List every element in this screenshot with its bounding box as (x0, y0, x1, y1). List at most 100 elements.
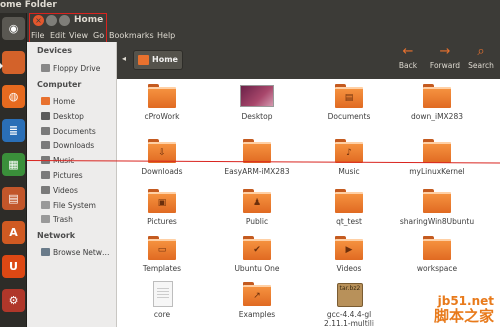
highlight-box (29, 13, 107, 43)
file-item[interactable]: cProWork (117, 79, 207, 131)
impress-icon[interactable]: ▤ (2, 187, 25, 210)
file-name: sharingWin8Ubuntu (399, 217, 475, 226)
trash-icon (41, 215, 50, 224)
file-item[interactable]: ▶ Videos (304, 231, 394, 283)
file-name: Public (245, 217, 269, 226)
sidebar-item-label: Home (53, 97, 76, 106)
search-button[interactable]: ⌕ Search (461, 44, 500, 77)
sidebar-item-label: Trash (53, 215, 73, 225)
document-icon (153, 281, 173, 307)
sidebar-heading-computer: Computer (37, 80, 82, 89)
file-item[interactable]: ▭ Templates (117, 231, 207, 283)
home-icon (41, 97, 50, 105)
home-folder-launcher-icon[interactable] (2, 51, 25, 74)
location-scroll-left-button[interactable]: ◂ (119, 50, 129, 68)
file-name: Downloads (141, 167, 183, 176)
sidebar-item-label: Downloads (53, 141, 95, 151)
folder-icon (335, 189, 363, 213)
watermark-url: jb51.net (437, 294, 494, 308)
folder-icon: ⇩ (148, 139, 176, 163)
file-name: myLinuxKernel (409, 167, 465, 176)
back-label: Back (398, 61, 418, 70)
forward-arrow-icon: → (439, 44, 451, 59)
videos-icon (41, 185, 50, 194)
sidebar-item-label: Desktop (53, 111, 84, 121)
home-folder-icon (138, 55, 149, 65)
folder-icon (423, 189, 451, 213)
file-item[interactable]: workspace (392, 231, 482, 283)
folder-icon: ♟ (243, 189, 271, 213)
file-item[interactable]: ▣ Pictures (117, 184, 207, 236)
desktop-thumbnail-icon (240, 85, 274, 107)
watermark: jb51.net 脚本之家 (434, 294, 494, 325)
file-name: qt_test (336, 217, 362, 226)
file-item[interactable]: ▤ Documents (304, 79, 394, 131)
sidebar-item-label: Videos (53, 185, 78, 195)
file-item[interactable]: down_iMX283 (392, 79, 482, 131)
downloads-icon (41, 141, 50, 150)
sidebar-item-videos[interactable]: Videos (41, 184, 78, 197)
folder-icon: ▶ (335, 236, 363, 260)
settings-icon[interactable]: ⚙ (2, 289, 25, 312)
file-name: Ubuntu One (234, 264, 280, 273)
file-item[interactable]: sharingWin8Ubuntu (392, 184, 482, 236)
sidebar: Devices Floppy Drive Computer Home Deskto… (27, 42, 117, 327)
firefox-icon[interactable]: ◍ (2, 85, 25, 108)
file-name: EasyARM-iMX283 (224, 167, 290, 176)
menu-bookmarks[interactable]: Bookmarks (109, 29, 154, 42)
file-name: cProWork (144, 112, 180, 121)
sidebar-item-desktop[interactable]: Desktop (41, 110, 84, 123)
file-name: Music (338, 167, 360, 176)
file-item[interactable]: ↗ Examples (212, 277, 302, 327)
sidebar-item-downloads[interactable]: Downloads (41, 139, 94, 152)
top-panel-title: ome Folder (0, 0, 57, 10)
back-button[interactable]: ← Back (388, 44, 428, 77)
calc-icon[interactable]: ▦ (2, 153, 25, 176)
file-name: Desktop (241, 112, 273, 121)
file-item[interactable]: qt_test (304, 184, 394, 236)
file-name: Templates (142, 264, 182, 273)
pictures-icon (41, 171, 50, 179)
file-item[interactable]: Desktop (212, 79, 302, 131)
folder-icon: ▭ (148, 236, 176, 260)
file-item[interactable]: myLinuxKernel (392, 134, 482, 186)
sidebar-item-floppy-drive[interactable]: Floppy Drive (41, 62, 100, 75)
writer-icon[interactable]: ≣ (2, 119, 25, 142)
search-icon: ⌕ (477, 44, 485, 59)
location-home-button[interactable]: Home (133, 50, 183, 70)
file-name: down_iMX283 (411, 112, 463, 121)
sidebar-item-browse-netw[interactable]: Browse Netw… (41, 246, 110, 259)
folder-icon (148, 84, 176, 108)
file-item[interactable]: ♪ Music (304, 134, 394, 186)
sidebar-heading-network: Network (37, 231, 76, 240)
file-name: Examples (238, 310, 276, 319)
file-name: workspace (416, 264, 458, 273)
sidebar-item-label: Documents (53, 126, 96, 136)
file-name: Videos (336, 264, 362, 273)
sidebar-heading-devices: Devices (37, 46, 72, 55)
menu-help[interactable]: Help (157, 29, 175, 42)
forward-label: Forward (429, 61, 461, 70)
dash-icon[interactable]: ◉ (2, 17, 25, 40)
top-panel: ome Folder (0, 0, 500, 13)
file-item[interactable]: EasyARM-iMX283 (212, 134, 302, 186)
search-label: Search (468, 61, 494, 70)
sidebar-item-pictures[interactable]: Pictures (41, 169, 83, 182)
folder-icon: ↗ (243, 282, 271, 306)
forward-button[interactable]: → Forward (425, 44, 465, 77)
file-item[interactable]: ♟ Public (212, 184, 302, 236)
sidebar-item-file-system[interactable]: File System (41, 199, 96, 212)
ubuntu-one-launcher-icon[interactable]: U (2, 255, 25, 278)
file-name: core (153, 310, 171, 319)
folder-icon: ▤ (335, 84, 363, 108)
file-item[interactable]: ✔ Ubuntu One (212, 231, 302, 283)
file-item[interactable]: core (117, 277, 207, 327)
floppy-icon (41, 64, 50, 72)
desktop-icon (41, 111, 50, 120)
sidebar-item-trash[interactable]: Trash (41, 213, 73, 226)
filesystem-icon (41, 200, 50, 209)
software-center-icon[interactable]: A (2, 221, 25, 244)
sidebar-item-documents[interactable]: Documents (41, 125, 96, 138)
sidebar-item-home[interactable]: Home (41, 95, 75, 108)
sidebar-item-label: Browse Netw… (53, 248, 110, 257)
